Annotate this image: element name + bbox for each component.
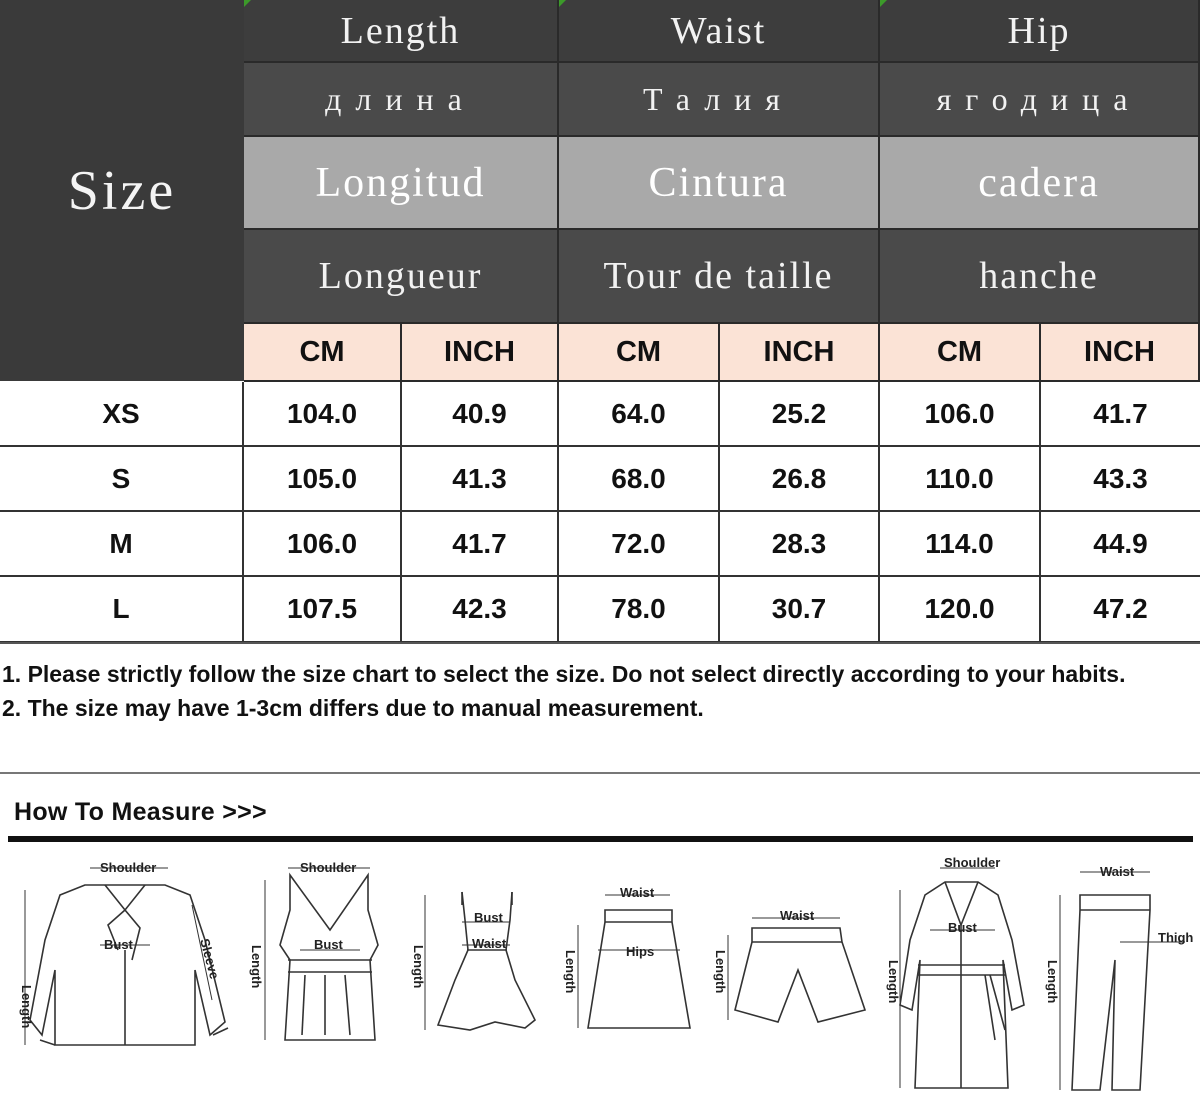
measurement-cell: 106.0 <box>244 512 402 577</box>
shorts-icon <box>734 927 867 1023</box>
hip-header-ru: ягодица <box>880 63 1200 137</box>
waist-header-en: Waist <box>559 0 880 63</box>
measurement-cell: 68.0 <box>559 447 720 512</box>
measurement-cell: 41.3 <box>402 447 559 512</box>
hip-header-en: Hip <box>880 0 1200 63</box>
unit-cell: CM <box>559 324 720 382</box>
measurement-cell: 104.0 <box>244 382 402 447</box>
length-label: Length <box>563 950 578 993</box>
size-label-cell: M <box>0 512 244 577</box>
waist-header-fr: Tour de taille <box>559 230 880 324</box>
measurement-cell: 47.2 <box>1041 577 1200 643</box>
corner-mark-icon <box>880 0 887 7</box>
measurement-cell: 41.7 <box>1041 382 1200 447</box>
length-header-fr: Longueur <box>244 230 559 324</box>
thigh-label: Thigh <box>1158 930 1193 945</box>
bust-label: Bust <box>314 937 344 952</box>
length-label: Length <box>411 945 426 988</box>
measurement-cell: 41.7 <box>402 512 559 577</box>
size-label-cell: L <box>0 577 244 643</box>
measurement-cell: 30.7 <box>720 577 880 643</box>
measurement-cell: 44.9 <box>1041 512 1200 577</box>
size-label-cell: S <box>0 447 244 512</box>
size-header: Size <box>0 0 244 381</box>
length-header-ru: длина <box>244 63 559 137</box>
measurement-cell: 43.3 <box>1041 447 1200 512</box>
corner-mark-icon <box>559 0 566 7</box>
measurement-cell: 106.0 <box>880 382 1041 447</box>
size-label-cell: XS <box>0 382 244 447</box>
measurement-cell: 114.0 <box>880 512 1041 577</box>
bust-label: Bust <box>948 920 978 935</box>
trench-coat-icon <box>899 881 1025 1089</box>
hips-label: Hips <box>626 944 654 959</box>
length-label: Length <box>19 985 34 1028</box>
shoulder-label: Shoulder <box>100 860 156 875</box>
bust-label: Bust <box>474 910 504 925</box>
waist-header-es: Cintura <box>559 137 880 230</box>
length-label: Length <box>1045 960 1060 1003</box>
sleeve-label: Sleeve <box>197 937 222 981</box>
waist-label: Waist <box>620 885 655 900</box>
length-label: Length <box>249 945 264 988</box>
blouse-icon <box>29 884 229 1046</box>
title-underline <box>8 836 1193 842</box>
unit-cell: INCH <box>720 324 880 382</box>
length-label: Length <box>886 960 901 1003</box>
measurement-cell: 107.5 <box>244 577 402 643</box>
divider <box>0 642 1200 644</box>
measurement-cell: 105.0 <box>244 447 402 512</box>
hip-header-fr: hanche <box>880 230 1200 324</box>
measurement-cell: 28.3 <box>720 512 880 577</box>
unit-cell: INCH <box>402 324 559 382</box>
how-to-measure-title: How To Measure >>> <box>14 798 267 826</box>
v-neck-top-icon <box>279 872 379 1041</box>
measurement-cell: 78.0 <box>559 577 720 643</box>
measurement-cell: 26.8 <box>720 447 880 512</box>
size-chart-table: Size Length длина Longitud Longueur Wais… <box>0 0 1200 643</box>
waist-label: Waist <box>1100 864 1135 879</box>
length-header-es: Longitud <box>244 137 559 230</box>
measurement-cell: 40.9 <box>402 382 559 447</box>
waist-label: Waist <box>472 936 507 951</box>
measurement-cell: 64.0 <box>559 382 720 447</box>
waist-label: Waist <box>780 908 815 923</box>
divider <box>0 772 1200 774</box>
note-1: 1. Please strictly follow the size chart… <box>2 661 1126 687</box>
measurement-cell: 110.0 <box>880 447 1041 512</box>
hip-header-es: cadera <box>880 137 1200 230</box>
shoulder-label: Shoulder <box>944 855 1000 870</box>
notes: 1. Please strictly follow the size chart… <box>2 657 1192 725</box>
trousers-icon <box>1071 894 1151 1091</box>
skirt-icon <box>587 909 691 1029</box>
measurement-cell: 120.0 <box>880 577 1041 643</box>
shoulder-label: Shoulder <box>300 860 356 875</box>
corner-mark-icon <box>244 0 251 7</box>
unit-cell: CM <box>880 324 1041 382</box>
bust-label: Bust <box>104 937 134 952</box>
measurement-cell: 42.3 <box>402 577 559 643</box>
measurement-cell: 25.2 <box>720 382 880 447</box>
note-2: 2. The size may have 1-3cm differs due t… <box>2 695 704 721</box>
unit-cell: INCH <box>1041 324 1200 382</box>
waist-header-ru: Талия <box>559 63 880 137</box>
length-header-en: Length <box>244 0 559 63</box>
length-label: Length <box>713 950 728 993</box>
measure-diagrams: Shoulder Bust Length Sleeve Shoulder Bus… <box>0 850 1200 1105</box>
unit-cell: CM <box>244 324 402 382</box>
measurement-cell: 72.0 <box>559 512 720 577</box>
